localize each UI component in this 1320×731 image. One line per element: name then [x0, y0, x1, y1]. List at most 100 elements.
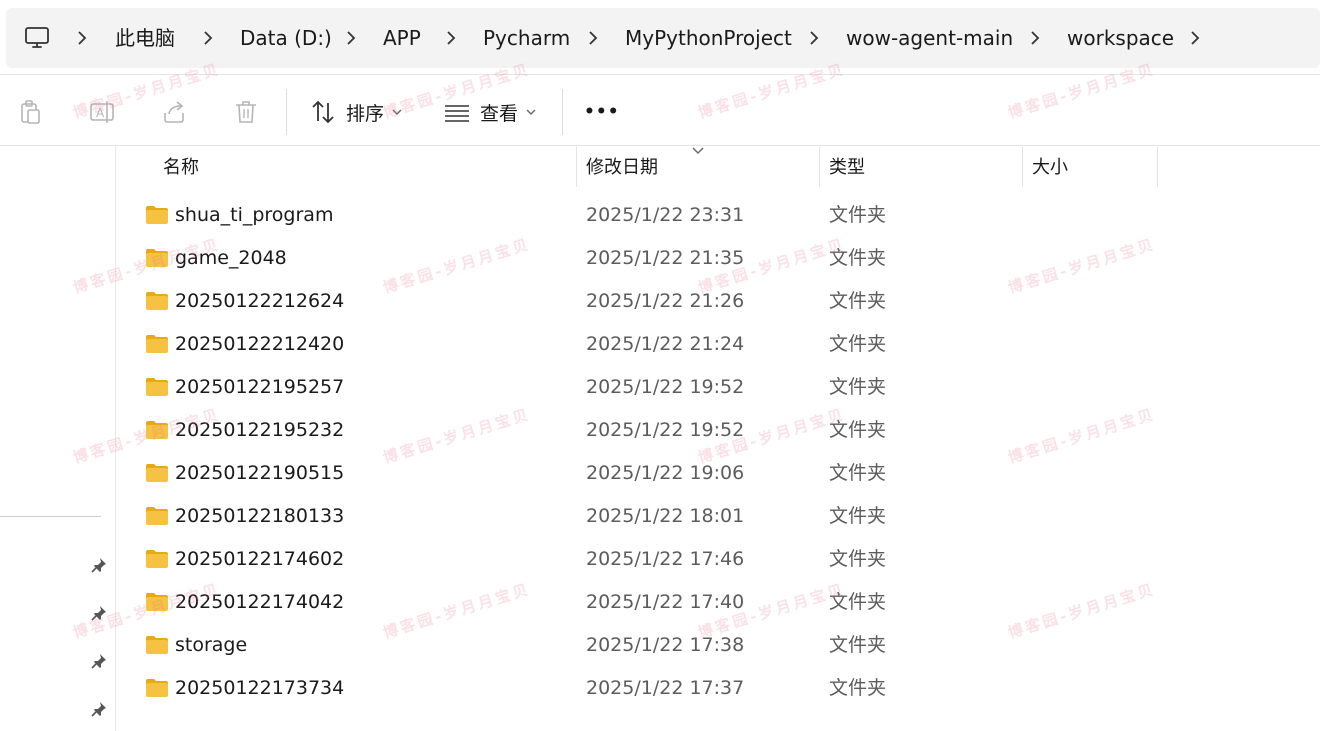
file-name[interactable]: 20250122174602: [175, 546, 344, 572]
chevron-right-icon[interactable]: [1189, 30, 1201, 46]
command-bar: A 排序 查看 •••: [0, 74, 1320, 146]
file-modified-date: 2025/1/22 23:31: [586, 204, 745, 226]
breadcrumb-pycharm[interactable]: Pycharm: [483, 25, 570, 51]
file-row[interactable]: 20250122212420 2025/1/22 21:24 文件夹: [116, 323, 1320, 366]
chevron-right-icon[interactable]: [202, 30, 214, 46]
toolbar-separator: [562, 89, 563, 135]
file-modified-date: 2025/1/22 19:52: [586, 376, 745, 398]
breadcrumb-data-drive[interactable]: Data (D:): [240, 25, 332, 51]
svg-text:A: A: [96, 106, 105, 120]
file-modified-date: 2025/1/22 17:37: [586, 677, 745, 699]
file-name[interactable]: 20250122212624: [175, 288, 344, 314]
chevron-right-icon[interactable]: [76, 30, 88, 46]
file-name[interactable]: 20250122195232: [175, 417, 344, 443]
file-type: 文件夹: [829, 247, 887, 269]
file-row[interactable]: 20250122195257 2025/1/22 19:52 文件夹: [116, 366, 1320, 409]
chevron-right-icon[interactable]: [345, 30, 357, 46]
breadcrumb-mypythonproject[interactable]: MyPythonProject: [625, 25, 792, 51]
file-type: 文件夹: [829, 462, 887, 484]
breadcrumb-this-pc[interactable]: 此电脑: [115, 25, 175, 51]
more-options-button[interactable]: •••: [584, 95, 620, 129]
file-name[interactable]: 20250122190515: [175, 460, 344, 486]
file-name[interactable]: shua_ti_program: [175, 202, 333, 228]
pin-icon[interactable]: [90, 652, 108, 670]
file-type: 文件夹: [829, 376, 887, 398]
file-name[interactable]: 20250122180133: [175, 503, 344, 529]
file-name[interactable]: 20250122195257: [175, 374, 344, 400]
chevron-right-icon[interactable]: [587, 30, 599, 46]
breadcrumb-app[interactable]: APP: [383, 25, 421, 51]
folder-icon: [146, 679, 168, 697]
chevron-right-icon[interactable]: [1029, 30, 1041, 46]
column-modified[interactable]: 修改日期: [586, 147, 658, 189]
chevron-right-icon[interactable]: [808, 30, 820, 46]
nav-divider: [0, 516, 101, 517]
navigation-pane: [0, 146, 116, 731]
toolbar-separator: [286, 89, 287, 135]
column-size[interactable]: 大小: [1032, 147, 1068, 189]
chevron-down-icon: [392, 109, 402, 115]
pin-icon[interactable]: [90, 556, 108, 574]
folder-icon: [146, 335, 168, 353]
file-modified-date: 2025/1/22 19:52: [586, 419, 745, 441]
file-row[interactable]: shua_ti_program 2025/1/22 23:31 文件夹: [116, 194, 1320, 237]
folder-icon: [146, 636, 168, 654]
address-bar: 此电脑 Data (D:) APP Pycharm MyPythonProjec…: [0, 0, 1320, 74]
more-options-icon: •••: [584, 102, 620, 122]
computer-icon[interactable]: [24, 26, 50, 50]
file-name[interactable]: storage: [175, 632, 247, 658]
sort-icon: [312, 100, 334, 124]
file-name[interactable]: 20250122173734: [175, 675, 344, 701]
file-name[interactable]: 20250122212420: [175, 331, 344, 357]
file-type: 文件夹: [829, 204, 887, 226]
file-name[interactable]: game_2048: [175, 245, 287, 271]
file-row[interactable]: 20250122174042 2025/1/22 17:40 文件夹: [116, 581, 1320, 624]
pin-icon[interactable]: [90, 700, 108, 718]
folder-icon: [146, 593, 168, 611]
address-box[interactable]: 此电脑 Data (D:) APP Pycharm MyPythonProjec…: [6, 8, 1320, 68]
rename-icon[interactable]: A: [89, 99, 115, 125]
file-row[interactable]: 20250122173734 2025/1/22 17:37 文件夹: [116, 667, 1320, 710]
file-row[interactable]: 20250122212624 2025/1/22 21:26 文件夹: [116, 280, 1320, 323]
column-separator[interactable]: [819, 147, 820, 187]
file-type: 文件夹: [829, 548, 887, 570]
file-row[interactable]: game_2048 2025/1/22 21:35 文件夹: [116, 237, 1320, 280]
file-modified-date: 2025/1/22 19:06: [586, 462, 745, 484]
column-name[interactable]: 名称: [163, 147, 199, 189]
view-button[interactable]: 查看: [444, 95, 536, 129]
chevron-right-icon[interactable]: [445, 30, 457, 46]
column-header: 名称 修改日期 类型 大小: [116, 147, 1320, 189]
file-type: 文件夹: [829, 591, 887, 613]
file-modified-date: 2025/1/22 17:40: [586, 591, 745, 613]
folder-icon: [146, 378, 168, 396]
delete-icon[interactable]: [233, 99, 259, 125]
file-row[interactable]: 20250122195232 2025/1/22 19:52 文件夹: [116, 409, 1320, 452]
file-row[interactable]: 20250122174602 2025/1/22 17:46 文件夹: [116, 538, 1320, 581]
folder-icon: [146, 292, 168, 310]
folder-icon: [146, 249, 168, 267]
file-row[interactable]: storage 2025/1/22 17:38 文件夹: [116, 624, 1320, 667]
file-row[interactable]: 20250122180133 2025/1/22 18:01 文件夹: [116, 495, 1320, 538]
column-separator[interactable]: [1157, 147, 1158, 187]
file-name[interactable]: 20250122174042: [175, 589, 344, 615]
column-separator[interactable]: [576, 147, 577, 187]
file-modified-date: 2025/1/22 21:26: [586, 290, 745, 312]
breadcrumb-workspace[interactable]: workspace: [1067, 25, 1174, 51]
file-row[interactable]: 20250122190515 2025/1/22 19:06 文件夹: [116, 452, 1320, 495]
folder-icon: [146, 507, 168, 525]
sort-descending-icon: [692, 147, 704, 154]
sort-button[interactable]: 排序: [310, 95, 402, 129]
column-type[interactable]: 类型: [829, 147, 865, 189]
file-type: 文件夹: [829, 333, 887, 355]
share-icon[interactable]: [161, 99, 187, 125]
pin-icon[interactable]: [90, 604, 108, 622]
file-type: 文件夹: [829, 419, 887, 441]
column-separator[interactable]: [1022, 147, 1023, 187]
file-type: 文件夹: [829, 634, 887, 656]
file-modified-date: 2025/1/22 17:38: [586, 634, 745, 656]
paste-icon[interactable]: [17, 99, 43, 125]
folder-icon: [146, 464, 168, 482]
file-type: 文件夹: [829, 677, 887, 699]
breadcrumb-wow-agent-main[interactable]: wow-agent-main: [846, 25, 1013, 51]
view-label: 查看: [480, 102, 519, 125]
